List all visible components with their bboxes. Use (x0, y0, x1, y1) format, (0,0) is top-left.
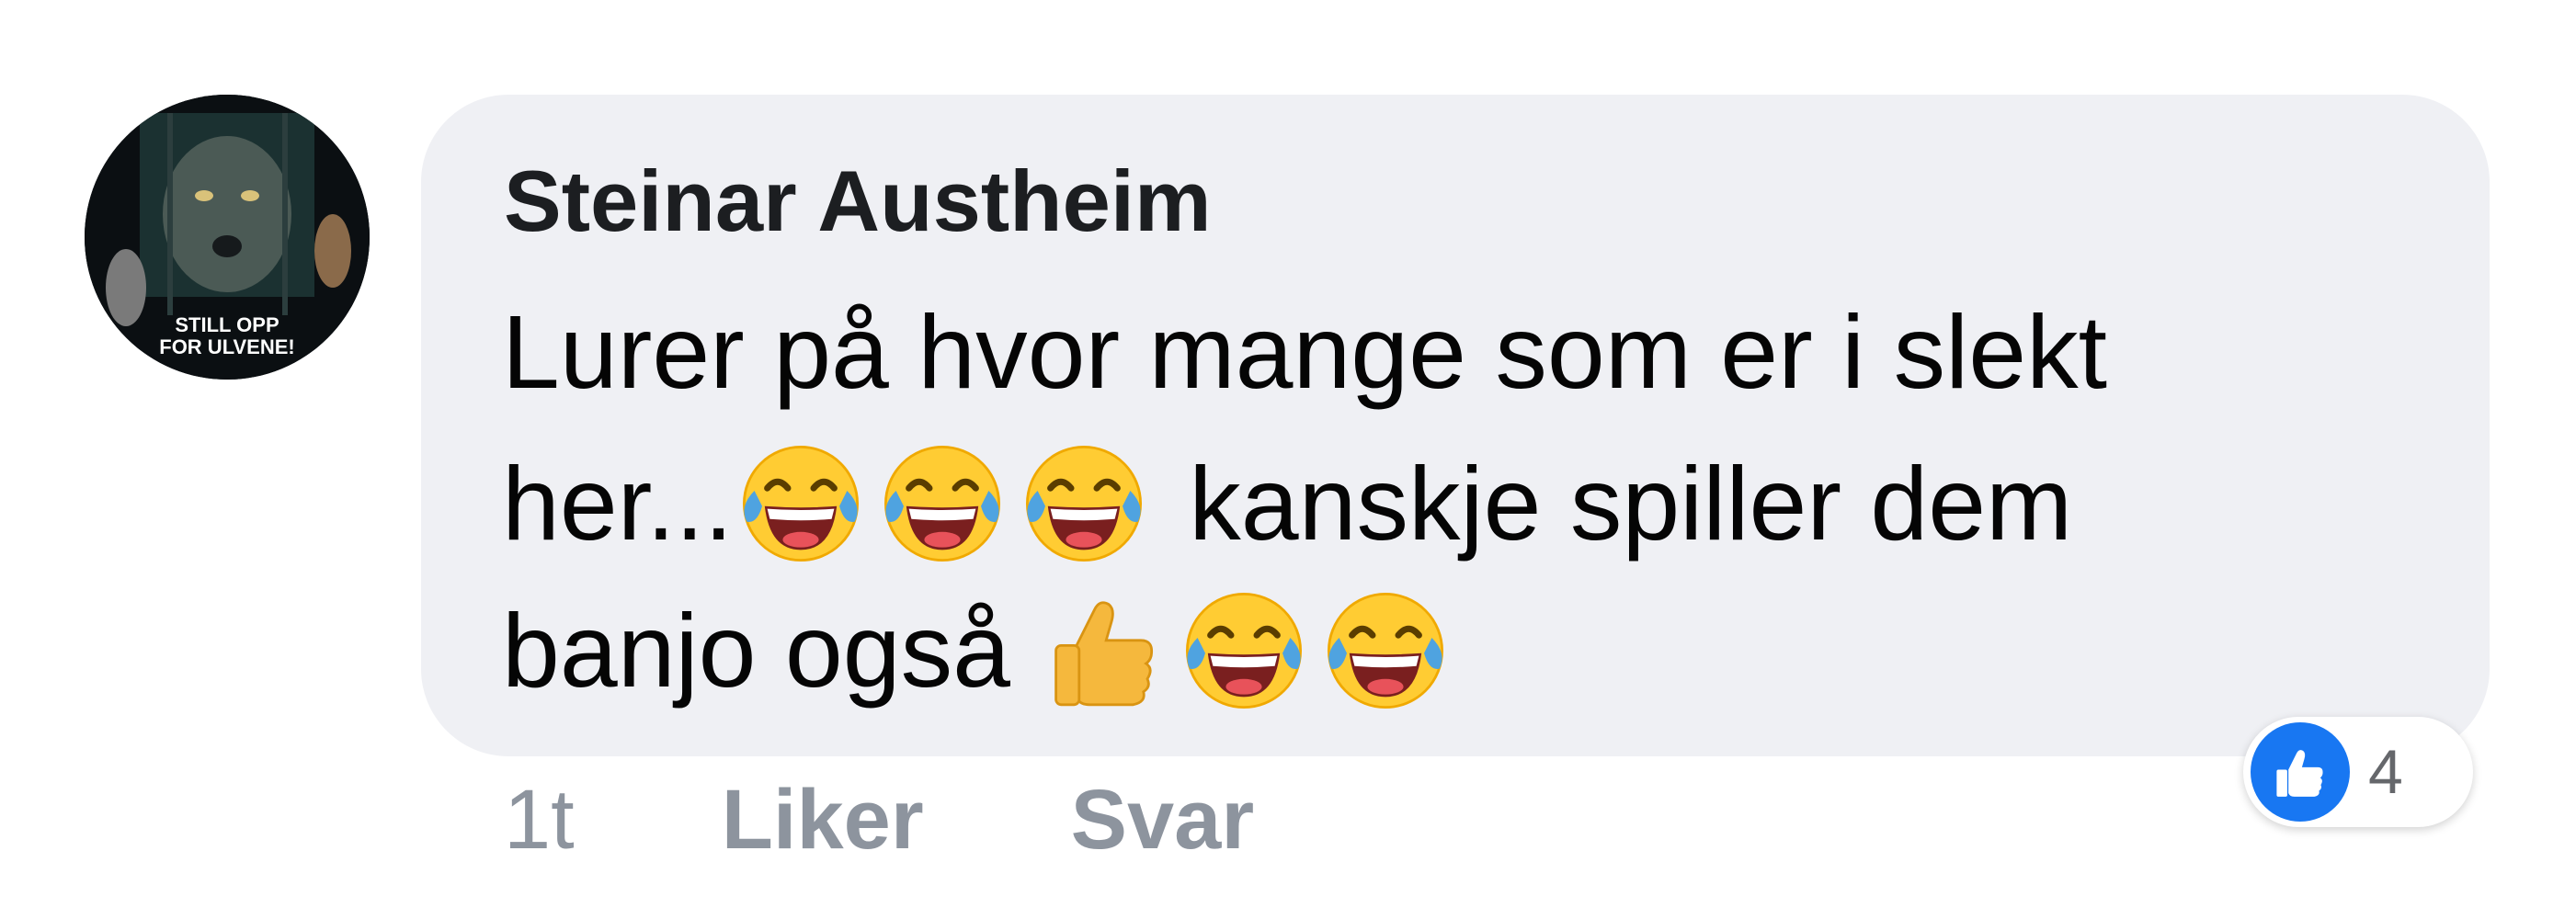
face-with-tears-of-joy-icon (1180, 586, 1308, 715)
comment-text-line-1: Lurer på hvor mange som er i slekt (502, 292, 2107, 412)
comment-text: banjo også (502, 593, 1010, 709)
face-with-tears-of-joy-icon (878, 439, 1007, 568)
face-with-tears-of-joy-icon (1321, 586, 1450, 715)
timestamp[interactable]: 1t (504, 772, 575, 868)
reaction-count: 4 (2368, 737, 2403, 807)
comment-text-line-3: banjo også (502, 586, 1463, 715)
like-button[interactable]: Liker (722, 772, 924, 868)
comment-text: her... (502, 446, 734, 562)
avatar-text-2: FOR ULVENE! (159, 335, 294, 358)
avatar[interactable]: STILL OPP FOR ULVENE! (85, 95, 370, 380)
comment-text-line-2: her... kanskje spiller dem (502, 439, 2072, 568)
comment-text: Lurer på hvor mange som er i slekt (502, 294, 2107, 410)
author-name[interactable]: Steinar Austheim (504, 152, 1212, 251)
avatar-image: STILL OPP FOR ULVENE! (85, 95, 370, 380)
face-with-tears-of-joy-icon (736, 439, 865, 568)
comment-bubble: Steinar Austheim Lurer på hvor mange som… (421, 95, 2490, 756)
comment-text: kanskje spiller dem (1189, 446, 2073, 562)
comment: STILL OPP FOR ULVENE! Steinar Austheim L… (0, 0, 2576, 919)
reaction-summary[interactable]: 4 (2243, 717, 2473, 827)
avatar-text-1: STILL OPP (175, 313, 279, 336)
reply-button[interactable]: Svar (1071, 772, 1255, 868)
comment-actions: 1t Liker Svar (504, 772, 1254, 868)
like-reaction-icon (2251, 722, 2350, 822)
thumbs-up-icon (1038, 586, 1167, 715)
face-with-tears-of-joy-icon (1020, 439, 1148, 568)
